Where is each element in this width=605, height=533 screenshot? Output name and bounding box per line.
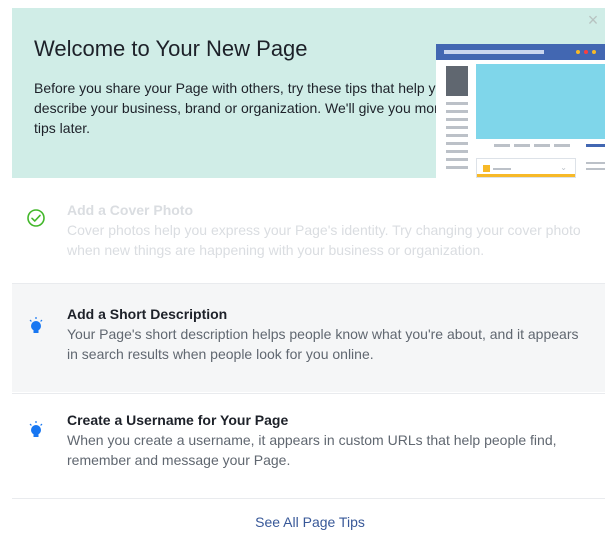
tip-add-cover-photo[interactable]: Add a Cover Photo Cover photos help you … xyxy=(12,178,605,282)
tip-title: Create a Username for Your Page xyxy=(67,412,289,428)
check-circle-icon xyxy=(27,209,45,227)
illustration-profile-box xyxy=(446,66,468,96)
page-preview-illustration: ⌄ xyxy=(436,44,605,178)
dialog-title: Welcome to Your New Page xyxy=(34,36,308,61)
page-tips-dialog: × Welcome to Your New Page Before you sh… xyxy=(0,0,605,533)
tip-title: Add a Cover Photo xyxy=(67,202,194,218)
illustration-cover-area xyxy=(476,64,605,139)
tip-description: Cover photos help you express your Page'… xyxy=(67,222,581,258)
tip-title: Add a Short Description xyxy=(67,306,228,322)
dialog-intro: Before you share your Page with others, … xyxy=(34,80,452,136)
close-icon[interactable]: × xyxy=(585,11,601,29)
welcome-header: × Welcome to Your New Page Before you sh… xyxy=(12,8,605,178)
lightbulb-icon xyxy=(29,421,43,437)
divider xyxy=(12,498,605,499)
tip-description: Your Page's short description helps peop… xyxy=(67,326,579,362)
illustration-top-bar xyxy=(436,44,605,60)
tip-description: When you create a username, it appears i… xyxy=(67,432,557,468)
lightbulb-icon xyxy=(29,317,43,333)
tip-create-username[interactable]: Create a Username for Your Page When you… xyxy=(12,394,605,498)
tip-add-short-description[interactable]: Add a Short Description Your Page's shor… xyxy=(12,284,605,392)
illustration-card: ⌄ xyxy=(476,158,576,178)
see-all-page-tips-link[interactable]: See All Page Tips xyxy=(0,514,605,530)
